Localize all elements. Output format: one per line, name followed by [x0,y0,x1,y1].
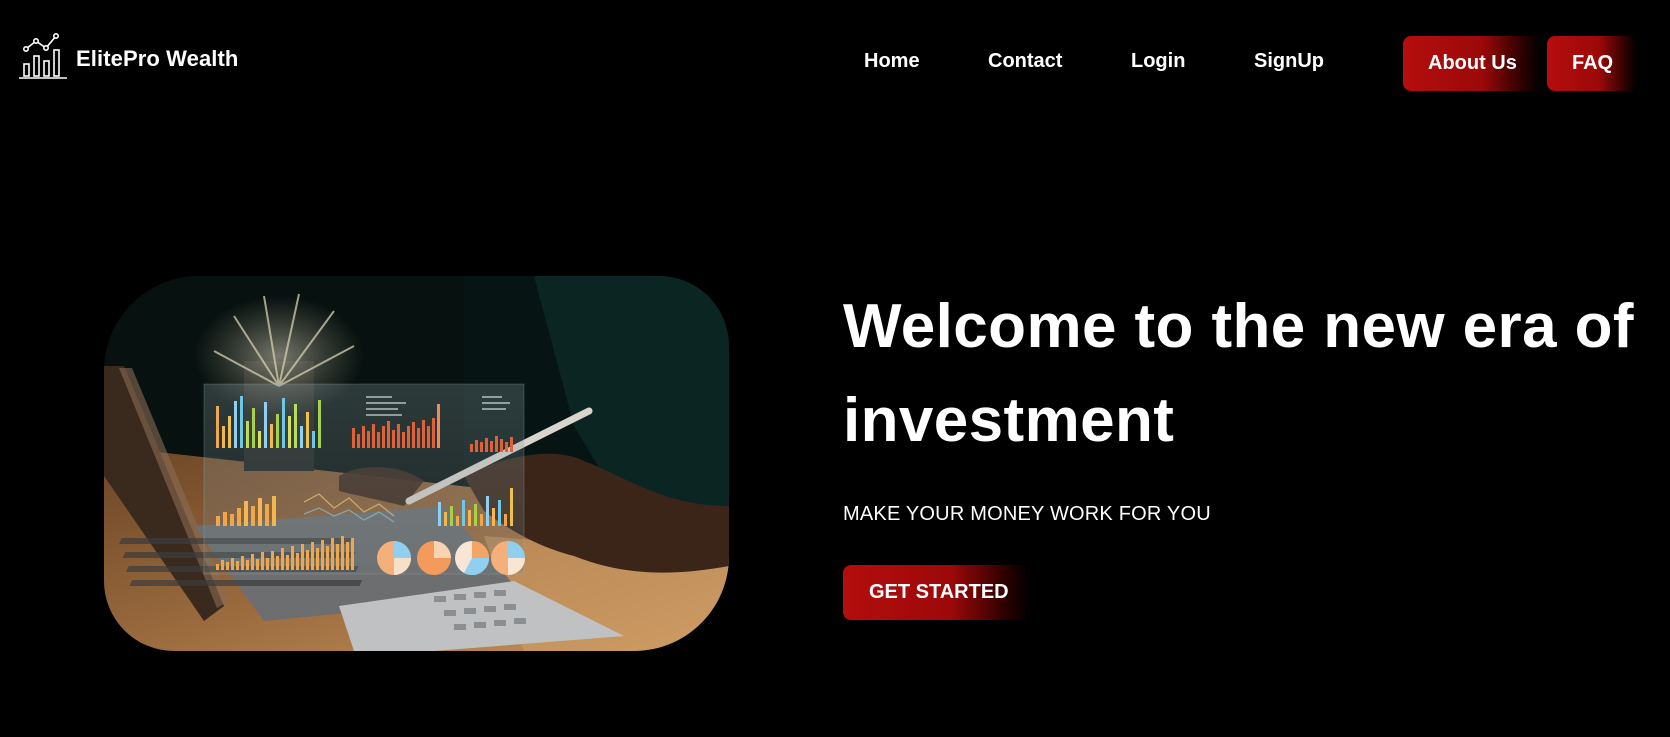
about-us-button[interactable]: About Us [1403,36,1540,91]
get-started-button[interactable]: GET STARTED [843,565,1029,620]
nav-link-signup[interactable]: SignUp [1254,50,1324,73]
hero-subtitle: MAKE YOUR MONEY WORK FOR YOU [843,503,1211,525]
nav-link-contact[interactable]: Contact [988,50,1062,73]
faq-button[interactable]: FAQ [1547,36,1637,91]
landing-page: ElitePro Wealth Home Contact Login SignU… [0,0,1670,737]
laptop-analytics-dashboard-photo [104,276,729,651]
hero-title: Welcome to the new era of investment [843,292,1634,455]
hero-image [104,276,729,651]
nav-link-login[interactable]: Login [1131,50,1185,73]
nav-link-home[interactable]: Home [864,50,920,73]
navbar: ElitePro Wealth Home Contact Login SignU… [0,0,1670,128]
